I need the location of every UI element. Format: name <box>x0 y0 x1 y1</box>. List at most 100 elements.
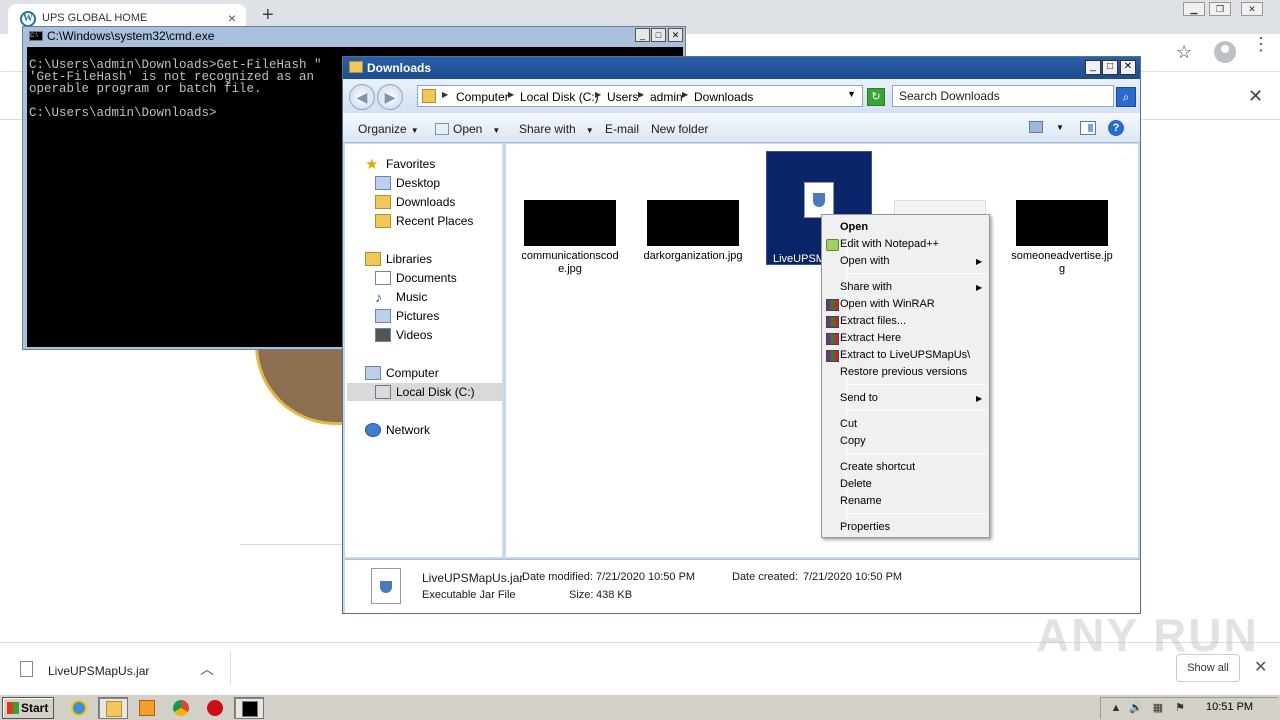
breadcrumb-separator-icon[interactable]: ▶ <box>638 90 644 99</box>
new-tab-button[interactable]: + <box>262 4 274 27</box>
forward-button[interactable]: ▶ <box>377 84 403 110</box>
menu-item-copy[interactable]: Copy <box>840 433 866 450</box>
volume-icon[interactable]: 🔊 <box>1129 702 1143 715</box>
cmd-titlebar[interactable]: C:\ C:\Windows\system32\cmd.exe _ □ ✕ <box>23 27 685 45</box>
media-player-icon <box>139 700 155 716</box>
taskbar-ie[interactable] <box>64 697 94 719</box>
start-button[interactable]: Start <box>2 697 54 719</box>
jar-file-icon <box>371 568 401 604</box>
breadcrumb-admin[interactable]: admin <box>650 90 683 104</box>
change-view-icon[interactable] <box>1029 121 1043 133</box>
nav-label: Computer <box>386 366 439 380</box>
profile-avatar-icon[interactable] <box>1214 41 1236 63</box>
browser-restore-button[interactable]: ❐ <box>1209 2 1231 16</box>
file-item[interactable]: darkorganization.jpg <box>641 200 745 263</box>
menu-item-delete[interactable]: Delete <box>840 476 872 493</box>
breadcrumb-separator-icon[interactable]: ▶ <box>508 90 514 99</box>
chevron-down-icon[interactable]: ▼ <box>847 89 856 99</box>
breadcrumb-separator-icon[interactable]: ▶ <box>442 90 448 99</box>
taskbar-cmd[interactable] <box>234 697 264 719</box>
refresh-icon[interactable]: ↻ <box>867 88 885 106</box>
explorer-close-button[interactable]: ✕ <box>1120 60 1136 75</box>
taskbar-chrome[interactable] <box>166 697 196 719</box>
tab-close-icon[interactable]: × <box>228 10 236 26</box>
nav-item-network[interactable]: Network <box>365 421 430 439</box>
context-menu: Open Edit with Notepad++ Open with ▶ Sha… <box>821 214 990 538</box>
breadcrumb-separator-icon[interactable]: ▶ <box>682 90 688 99</box>
nav-item-documents[interactable]: Documents <box>375 269 457 287</box>
chevron-up-icon[interactable]: ︿ <box>200 659 214 679</box>
nav-item-recent-places[interactable]: Recent Places <box>375 212 473 230</box>
breadcrumb-separator-icon[interactable]: ▶ <box>595 90 601 99</box>
share-with-button[interactable]: Share with ▼ <box>519 122 594 136</box>
nav-item-downloads[interactable]: Downloads <box>375 193 455 211</box>
explorer-window[interactable]: Downloads _ □ ✕ ◀ ▶ ▶ Computer ▶ Local D… <box>342 56 1141 614</box>
preview-pane-icon[interactable] <box>1080 121 1096 135</box>
nav-item-favorites[interactable]: ★ Favorites <box>365 155 435 173</box>
menu-item-edit-notepad[interactable]: Edit with Notepad++ <box>840 236 939 253</box>
jar-file-icon <box>804 182 834 218</box>
cmd-maximize-button[interactable]: □ <box>651 28 666 42</box>
nav-item-desktop[interactable]: Desktop <box>375 174 440 192</box>
back-button[interactable]: ◀ <box>349 84 375 110</box>
menu-item-share-with[interactable]: Share with <box>840 279 892 296</box>
nav-label: Recent Places <box>396 214 474 228</box>
clock[interactable]: 10:51 PM <box>1206 701 1253 713</box>
download-file-name[interactable]: LiveUPSMapUs.jar <box>48 664 149 678</box>
menu-item-create-shortcut[interactable]: Create shortcut <box>840 459 915 476</box>
nav-item-computer[interactable]: Computer <box>365 364 439 382</box>
menu-item-cut[interactable]: Cut <box>840 416 857 433</box>
infobar-close-icon[interactable]: ✕ <box>1248 86 1263 107</box>
browser-menu-icon[interactable]: ⋮ <box>1252 35 1270 53</box>
menu-item-rename[interactable]: Rename <box>840 493 882 510</box>
breadcrumb-users[interactable]: Users <box>607 90 638 104</box>
taskbar-media-player[interactable] <box>132 697 162 719</box>
explorer-maximize-button[interactable]: □ <box>1102 60 1118 75</box>
nav-item-videos[interactable]: Videos <box>375 326 432 344</box>
notepad-plus-plus-icon <box>826 239 839 251</box>
address-box[interactable]: ▶ Computer ▶ Local Disk (C:) ▶ Users ▶ a… <box>417 85 863 107</box>
menu-item-restore-versions[interactable]: Restore previous versions <box>840 364 967 381</box>
menu-item-open-with[interactable]: Open with <box>840 253 890 270</box>
explorer-titlebar[interactable]: Downloads _ □ ✕ <box>343 57 1140 79</box>
show-hidden-icons-icon[interactable]: ▲ <box>1109 702 1123 715</box>
help-icon[interactable]: ? <box>1108 120 1124 136</box>
menu-item-open-winrar[interactable]: Open with WinRAR <box>840 296 935 313</box>
search-input[interactable] <box>893 86 1113 106</box>
flag-icon[interactable]: ⚑ <box>1173 702 1187 715</box>
explorer-minimize-button[interactable]: _ <box>1085 60 1101 75</box>
breadcrumb-downloads[interactable]: Downloads <box>694 90 753 104</box>
open-file-icon <box>435 123 449 135</box>
nav-item-libraries[interactable]: Libraries <box>365 250 432 268</box>
open-button[interactable]: Open ▼ <box>435 122 500 136</box>
menu-item-properties[interactable]: Properties <box>840 519 890 536</box>
bookmark-star-icon[interactable]: ☆ <box>1176 42 1192 63</box>
file-item[interactable]: communicationscode.jpg <box>518 200 622 276</box>
file-item[interactable]: someoneadvertise.jpg <box>1010 200 1114 276</box>
menu-item-extract-files[interactable]: Extract files... <box>840 313 906 330</box>
email-button[interactable]: E-mail <box>605 122 639 136</box>
cmd-minimize-button[interactable]: _ <box>635 28 650 42</box>
taskbar-opera[interactable] <box>200 697 230 719</box>
breadcrumb-local-disk[interactable]: Local Disk (C:) <box>520 90 599 104</box>
new-folder-button[interactable]: New folder <box>651 122 708 136</box>
menu-item-extract-to[interactable]: Extract to LiveUPSMapUs\ <box>840 347 970 364</box>
menu-item-extract-here[interactable]: Extract Here <box>840 330 901 347</box>
downloads-folder-icon <box>375 195 391 209</box>
nav-label: Downloads <box>396 195 456 209</box>
network-tray-icon[interactable]: ▦ <box>1151 702 1165 715</box>
menu-item-open[interactable]: Open <box>840 219 868 236</box>
cmd-close-button[interactable]: ✕ <box>668 28 683 42</box>
nav-item-music[interactable]: ♪ Music <box>375 288 427 306</box>
taskbar-explorer[interactable] <box>98 697 128 719</box>
browser-minimize-button[interactable]: ▁ <box>1183 2 1205 16</box>
nav-item-pictures[interactable]: Pictures <box>375 307 439 325</box>
search-box[interactable] <box>892 85 1114 107</box>
menu-item-send-to[interactable]: Send to <box>840 390 878 407</box>
nav-item-local-disk[interactable]: Local Disk (C:) <box>347 383 503 401</box>
browser-close-button[interactable]: ✕ <box>1241 2 1263 16</box>
chevron-down-icon[interactable]: ▼ <box>1056 123 1064 132</box>
search-icon[interactable]: ⌕ <box>1116 87 1136 107</box>
organize-button[interactable]: Organize ▼ <box>358 122 419 136</box>
breadcrumb-computer[interactable]: Computer <box>456 90 509 104</box>
